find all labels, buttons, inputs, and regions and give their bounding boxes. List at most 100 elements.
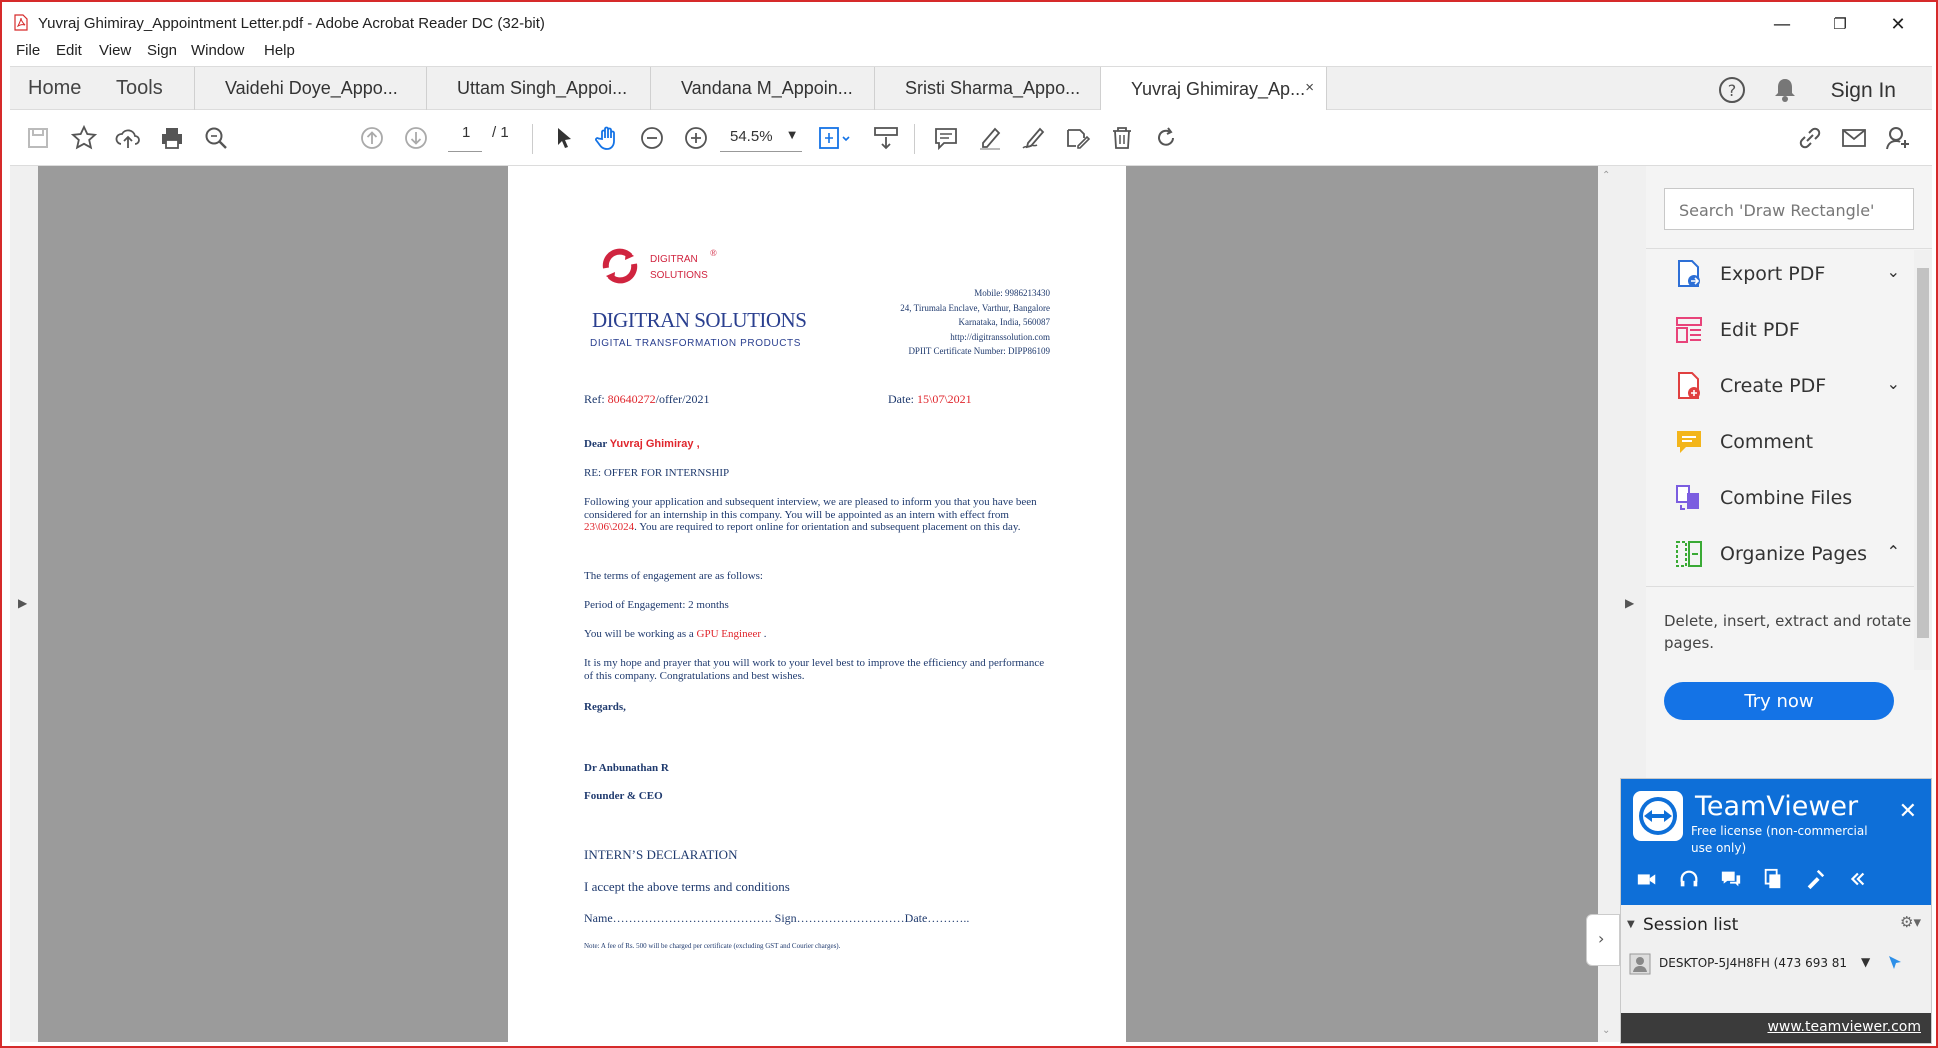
zoom-out-icon [641,127,663,149]
rotate-button[interactable] [1148,120,1184,156]
session-list-item[interactable]: DESKTOP-5J4H8FH (473 693 81 ▼ [1629,951,1921,979]
tab-document[interactable]: Uttam Singh_Appoi... [427,67,651,110]
teamviewer-website-link[interactable]: www.teamviewer.com [1767,1019,1921,1035]
menu-sign[interactable]: Sign [147,42,177,59]
headset-icon[interactable] [1677,867,1701,891]
terms-line: The terms of engagement are as follows: [584,570,763,582]
app-window: Yuvraj Ghimiray_Appointment Letter.pdf -… [0,0,1938,1048]
minimize-button[interactable]: — [1752,8,1812,40]
document-scrollbar[interactable]: ⌃ ⌄ [1598,166,1616,1042]
comment-button[interactable] [928,120,964,156]
chevron-down-icon[interactable]: ⌄ [1887,374,1900,393]
scroll-up-icon[interactable]: ⌃ [1602,170,1610,181]
tab-home[interactable]: Home [28,77,81,100]
file-transfer-icon[interactable] [1761,867,1785,891]
save-button[interactable] [20,120,56,156]
logo-small-text: DIGITRAN SOLUTIONS [650,254,708,281]
teamviewer-toggle-button[interactable]: › [1586,914,1620,966]
page-number-value: 1 [462,124,471,141]
chevron-down-icon[interactable]: ⌄ [1887,262,1900,281]
edit-button[interactable] [1060,120,1096,156]
find-button[interactable] [198,120,234,156]
scroll-down-icon[interactable]: ⌄ [1602,1025,1610,1036]
session-expand-icon[interactable]: ▼ [1627,919,1635,930]
previous-page-button[interactable] [354,120,390,156]
notification-bell-icon[interactable] [1770,75,1800,105]
connect-cursor-icon[interactable] [1885,953,1905,973]
tool-create-pdf[interactable]: Create PDF ⌄ [1674,366,1914,406]
tool-comment[interactable]: Comment [1674,422,1914,462]
restore-button[interactable]: ❐ [1810,8,1870,40]
tools-icon[interactable] [1803,867,1827,891]
share-link-button[interactable] [1792,120,1828,156]
gear-icon[interactable]: ⚙▾ [1900,913,1921,931]
page-number-input[interactable]: 1 [448,122,482,152]
print-button[interactable] [154,120,190,156]
teamviewer-close-icon[interactable]: ✕ [1899,799,1917,824]
tools-search-placeholder: Search 'Draw Rectangle' [1679,201,1875,220]
video-camera-icon[interactable] [1635,867,1659,891]
pdf-file-icon [14,14,28,31]
highlight-button[interactable] [972,120,1008,156]
sign-in-button[interactable]: Sign In [1831,79,1896,103]
email-button[interactable] [1836,120,1872,156]
hand-icon [595,126,615,150]
tab-document[interactable]: Vaidehi Doye_Appo... [195,67,427,110]
help-icon[interactable]: ? [1717,75,1747,105]
session-dropdown-icon[interactable]: ▼ [1861,955,1870,969]
scroll-mode-button[interactable] [868,120,904,156]
chevron-down-icon: ▼ [788,130,796,141]
tools-search-input[interactable]: Search 'Draw Rectangle' [1664,188,1914,230]
contact-address-line1: 24, Tirumala Enclave, Varthur, Bangalore [900,302,1050,313]
menu-file[interactable]: File [16,42,40,59]
tab-tools[interactable]: Tools [116,77,163,100]
fit-page-icon [819,127,850,149]
ref-label: Ref: [584,392,608,406]
close-icon: ✕ [1890,13,1906,35]
tool-export-pdf[interactable]: Export PDF ⌄ [1674,254,1914,294]
tab-document-label: Vaidehi Doye_Appo... [225,78,398,98]
tab-document-active[interactable]: Yuvraj Ghimiray_Ap... × [1101,67,1327,111]
document-viewer[interactable]: DIGITRAN SOLUTIONS ® DIGITRAN SOLUTIONS … [38,166,1598,1042]
fit-page-button[interactable] [812,120,856,156]
salutation-dear: Dear [584,438,610,450]
subject-line: RE: OFFER FOR INTERNSHIP [584,467,730,479]
fill-sign-button[interactable] [1016,120,1052,156]
bookmark-button[interactable] [66,120,102,156]
zoom-out-button[interactable] [634,120,670,156]
digitran-logo-icon [602,248,638,284]
hand-tool-button[interactable] [590,120,626,156]
close-window-button[interactable]: ✕ [1868,8,1928,40]
menu-bar: File Edit View Sign Window Help [2,42,1936,64]
tools-pane-scrollbar[interactable] [1914,250,1932,670]
chat-icon[interactable] [1719,867,1743,891]
add-user-button[interactable] [1880,120,1916,156]
menu-edit[interactable]: Edit [56,42,82,59]
collapse-double-chevron-icon[interactable] [1845,867,1869,891]
email-icon [1842,129,1866,147]
scrollbar-thumb[interactable] [1917,268,1929,638]
chevron-up-icon[interactable]: ⌃ [1887,542,1900,561]
menu-view[interactable]: View [99,42,131,59]
delete-button[interactable] [1104,120,1140,156]
zoom-select[interactable]: 54.5% ▼ [720,122,802,152]
tab-close-icon[interactable]: × [1305,79,1314,96]
save-icon [28,128,48,148]
collapse-right-icon[interactable]: ▶ [1625,596,1634,610]
try-now-button[interactable]: Try now [1664,682,1894,720]
tool-edit-pdf[interactable]: Edit PDF [1674,310,1914,350]
zoom-in-button[interactable] [678,120,714,156]
menu-help[interactable]: Help [264,42,295,59]
edit-pdf-icon [1676,317,1702,343]
tool-organize-pages[interactable]: Organize Pages ⌃ [1674,534,1914,574]
edit-icon [1067,129,1091,149]
next-page-button[interactable] [398,120,434,156]
tool-combine-files[interactable]: Combine Files [1674,478,1914,518]
expand-left-icon[interactable]: ▶ [18,596,27,610]
menu-window[interactable]: Window [191,42,244,59]
select-tool-button[interactable] [546,120,582,156]
session-list-label: Session list [1643,915,1739,935]
tab-document[interactable]: Vandana M_Appoin... [651,67,875,110]
tab-document[interactable]: Sristi Sharma_Appo... [875,67,1101,110]
upload-button[interactable] [110,120,146,156]
